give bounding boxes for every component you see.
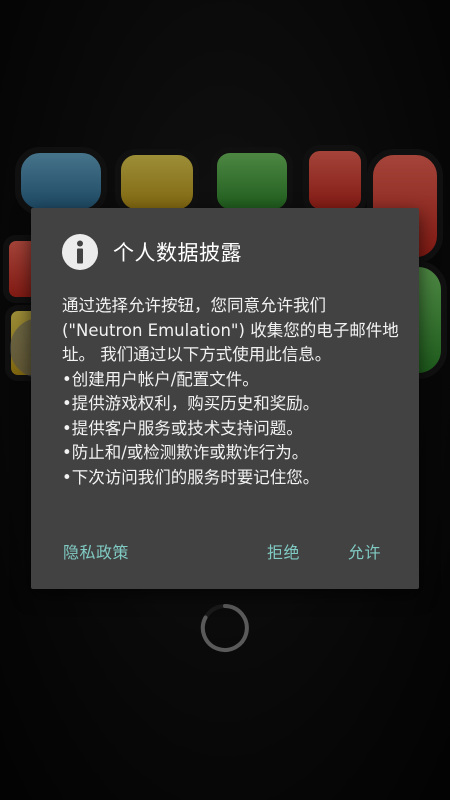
dialog-actions: 隐私政策 拒绝 允许	[31, 539, 419, 563]
list-item: •提供客户服务或技术支持问题。	[62, 418, 303, 438]
list-item: •下次访问我们的服务时要记住您。	[62, 467, 320, 487]
privacy-policy-button[interactable]: 隐私政策	[63, 539, 129, 563]
list-item: •提供游戏权利，购买历史和奖励。	[62, 394, 320, 413]
app-screen: 个人数据披露 通过选择允许按钮，您同意允许我们("Neutron Emulati…	[0, 0, 450, 800]
allow-button[interactable]: 允许	[348, 539, 381, 563]
list-item: •创建用户帐户/配置文件。	[62, 369, 259, 389]
dialog-title: 个人数据披露	[113, 241, 242, 265]
dialog-message: 通过选择允许按钮，您同意允许我们("Neutron Emulation") 收集…	[62, 296, 399, 364]
reject-button[interactable]: 拒绝	[267, 539, 300, 563]
dialog-header: 个人数据披露	[61, 232, 399, 272]
info-icon	[62, 234, 98, 270]
privacy-dialog: 个人数据披露 通过选择允许按钮，您同意允许我们("Neutron Emulati…	[31, 208, 419, 589]
dialog-body: 通过选择允许按钮，您同意允许我们("Neutron Emulation") 收集…	[62, 294, 402, 490]
list-item: •防止和/或检测欺诈或欺诈行为。	[62, 443, 309, 462]
